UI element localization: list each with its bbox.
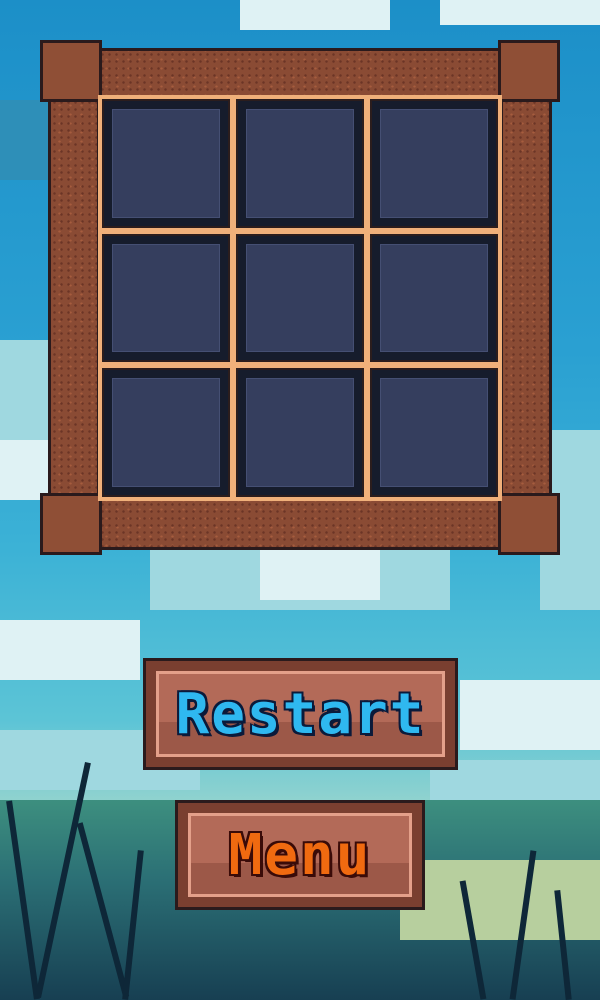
board-cell-4[interactable] — [102, 233, 230, 363]
tic-tac-toe-board — [40, 40, 560, 555]
board-cell-7[interactable] — [102, 368, 230, 497]
menu-button-label: Menu — [228, 822, 372, 888]
board-cell-3[interactable] — [370, 99, 498, 228]
cloud — [240, 0, 390, 30]
frame-corner — [40, 40, 102, 102]
frame-corner — [498, 40, 560, 102]
cloud — [0, 620, 140, 680]
board-cell-8[interactable] — [236, 368, 364, 497]
frame-top — [40, 48, 560, 100]
frame-right — [500, 40, 552, 555]
board-cell-6[interactable] — [370, 233, 498, 363]
frame-corner — [498, 493, 560, 555]
pond — [400, 860, 600, 940]
cloud — [460, 680, 600, 750]
board-grid — [102, 99, 498, 497]
board-cell-2[interactable] — [236, 99, 364, 228]
frame-corner — [40, 493, 102, 555]
restart-button-label: Restart — [175, 681, 426, 747]
board-grid-area — [98, 95, 502, 501]
board-cell-9[interactable] — [370, 368, 498, 497]
board-cell-1[interactable] — [102, 99, 230, 228]
restart-button[interactable]: Restart — [143, 658, 458, 770]
frame-bottom — [40, 498, 560, 550]
frame-left — [48, 40, 100, 555]
menu-button[interactable]: Menu — [175, 800, 425, 910]
board-cell-5[interactable] — [236, 233, 364, 363]
cloud — [440, 0, 600, 25]
